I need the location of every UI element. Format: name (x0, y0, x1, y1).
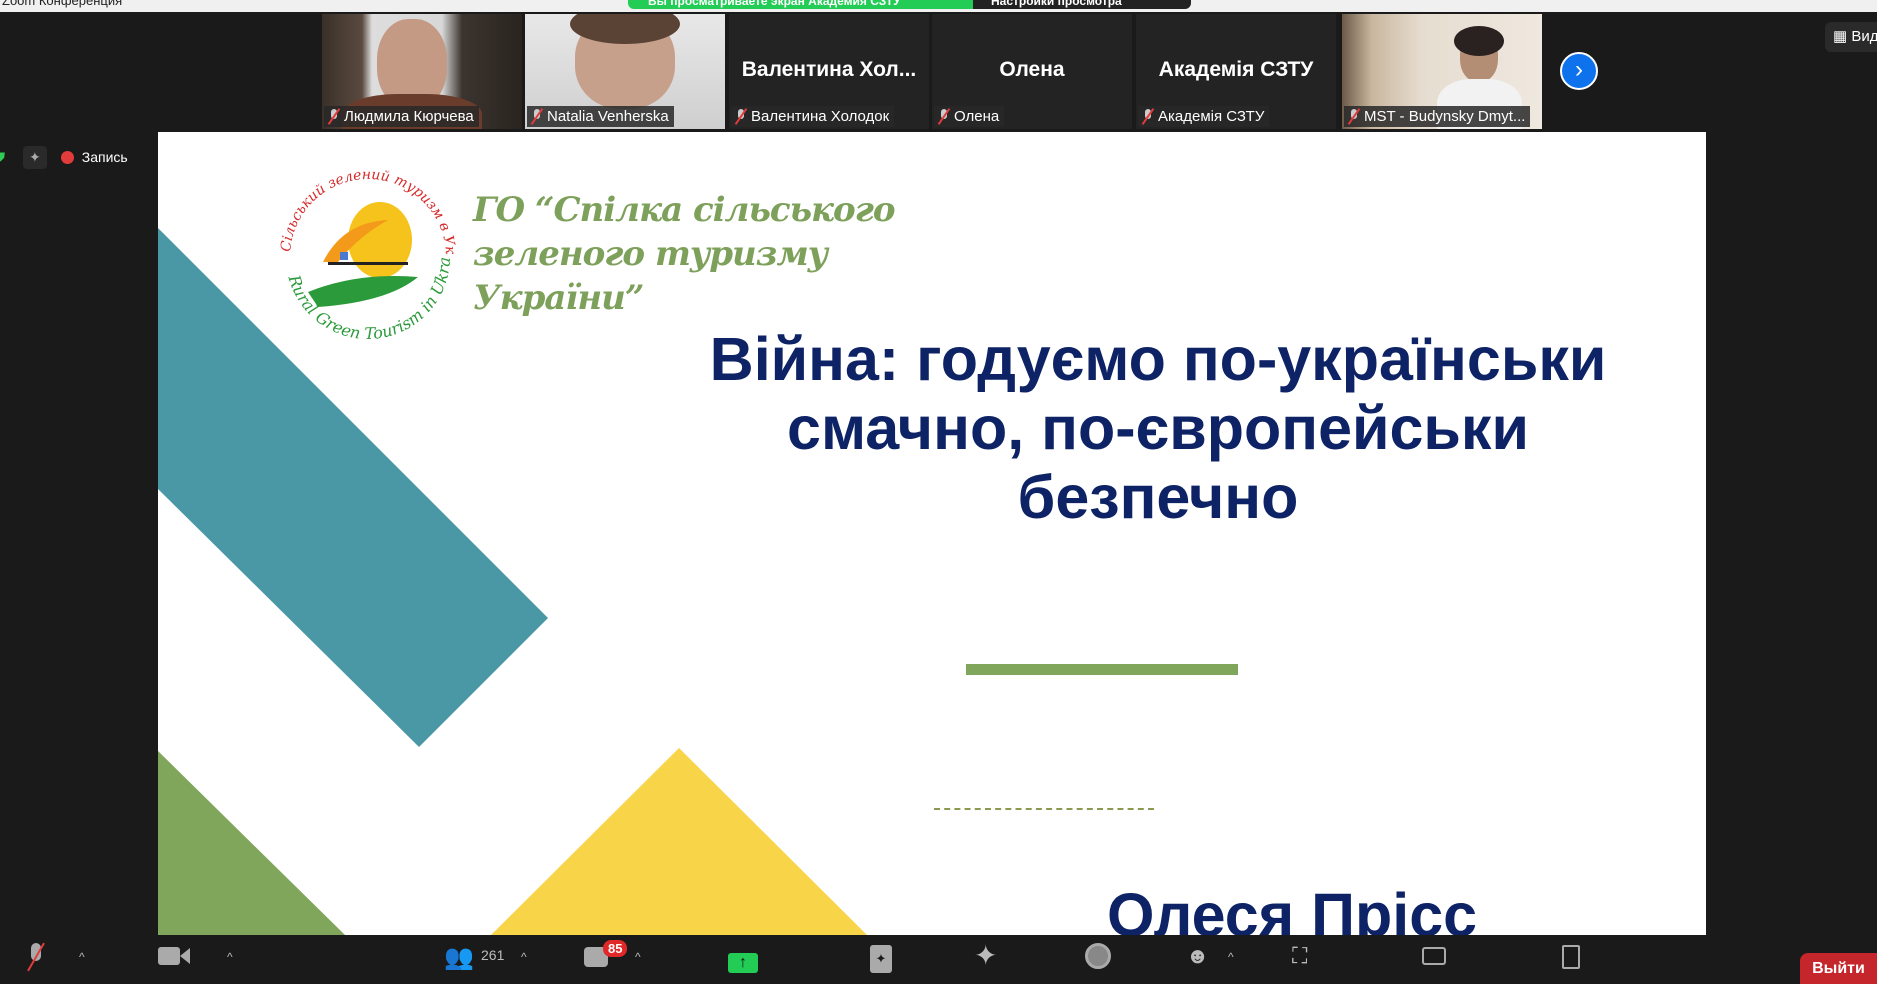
participant-tile[interactable]: Олена Олена (932, 14, 1132, 129)
slide-author: Олеся Прісс (1107, 881, 1478, 935)
mic-muted-icon (328, 109, 340, 124)
participant-tile[interactable]: Людмила Кюрчева (322, 14, 522, 129)
window-title: Zoom Конференция (2, 0, 123, 8)
green-divider (966, 664, 1238, 675)
frame-icon: ⛶ (1292, 943, 1308, 968)
mic-muted-icon (1348, 109, 1360, 124)
camera-icon (158, 947, 180, 965)
focus-button[interactable]: ⛶ (1292, 943, 1307, 969)
org-logo: Сільський зелений туризм в Україні Rural… (268, 162, 458, 343)
mic-muted-icon (735, 109, 747, 124)
share-banner: Вы просматриваете экран Академия СЗТУ На… (628, 0, 1191, 9)
chat-unread-badge: 85 (603, 940, 628, 957)
audio-options-caret[interactable]: ^ (79, 950, 85, 964)
participant-label: Natalia Venherska (527, 106, 674, 127)
mic-muted-icon (531, 109, 543, 124)
video-button[interactable] (158, 943, 190, 971)
participant-tile[interactable]: MST - Budynsky Dmyt... (1342, 14, 1542, 129)
share-banner-text: Вы просматриваете экран Академия СЗТУ (628, 0, 973, 9)
participants-button[interactable]: 👥 (444, 943, 474, 972)
smiley-icon: ☻ (1186, 943, 1210, 968)
participant-label: MST - Budynsky Dmyt... (1344, 106, 1531, 127)
sparkle-icon: ✦ (974, 940, 998, 971)
slide-title-line: смачно, по-європейськи (787, 394, 1529, 462)
shared-screen-slide: Сільський зелений туризм в Україні Rural… (158, 132, 1706, 935)
dashed-divider (934, 808, 1154, 810)
record-icon (1085, 943, 1111, 969)
participant-name: Natalia Venherska (547, 108, 669, 125)
share-screen-button[interactable]: ↑ (728, 947, 758, 973)
participant-label: Олена (934, 106, 1005, 127)
shield-icon: ⛊ (0, 149, 6, 164)
participant-label: Валентина Холодок (731, 106, 895, 127)
participant-name: Олена (954, 108, 1000, 125)
sparkle-icon[interactable]: ✦ (23, 145, 47, 169)
view-button-label: Вид (1851, 28, 1877, 45)
notes-button[interactable] (1562, 943, 1580, 975)
org-name-line: ГО “Спілка сільського (473, 190, 895, 230)
meeting-status-bar: ⛊ ✦ Запись (0, 144, 128, 170)
participant-name: Валентина Холодок (751, 108, 890, 125)
org-name: ГО “Спілка сільського зеленого туризму У… (473, 188, 895, 320)
participants-icon: 👥 (444, 944, 474, 971)
whiteboard-button[interactable] (1422, 943, 1446, 971)
participant-display-name: Академія СЗТУ (1158, 58, 1314, 81)
participant-name: Академія СЗТУ (1158, 108, 1265, 125)
participant-display-name: Валентина Хол... (741, 58, 917, 81)
document-icon: ✦ (870, 945, 892, 973)
mic-muted-icon (938, 109, 950, 124)
share-screen-icon: ↑ (728, 953, 758, 973)
mic-muted-icon (24, 942, 48, 972)
chevron-right-icon: › (1575, 56, 1583, 83)
slide-title: Війна: годуємо по-українськи смачно, по-… (688, 325, 1628, 532)
meeting-toolbar: ^ ^ 👥 261 ^ 85 ^ ↑ ✦ ✦ ☻ ^ ⛶ (0, 935, 1877, 984)
notes-icon (1562, 945, 1580, 969)
slide-title-line: безпечно (1017, 463, 1299, 531)
participant-name: Людмила Кюрчева (344, 108, 474, 125)
org-name-line: України” (473, 278, 644, 318)
green-triangle (158, 751, 345, 935)
mic-muted-icon (1142, 109, 1154, 124)
participant-tile[interactable]: Natalia Venherska (525, 14, 725, 129)
leave-button[interactable]: Выйти (1800, 953, 1877, 984)
recording-label[interactable]: Запись (82, 149, 128, 165)
yellow-triangle (491, 748, 867, 935)
participant-label: Людмила Кюрчева (324, 106, 479, 127)
participant-name: MST - Budynsky Dmyt... (1364, 108, 1526, 125)
monitor-icon (1422, 947, 1446, 965)
participants-count: 261 (481, 947, 505, 963)
view-button[interactable]: ▦ Вид (1825, 22, 1877, 52)
view-options-button[interactable]: Настройки просмотра (973, 0, 1191, 9)
next-participants-button[interactable]: › (1560, 52, 1598, 90)
participants-options-caret[interactable]: ^ (521, 950, 527, 964)
org-name-line: зеленого туризму (473, 234, 828, 274)
chat-options-caret[interactable]: ^ (635, 950, 641, 964)
slide-title-line: Війна: годуємо по-українськи (709, 325, 1607, 393)
video-options-caret[interactable]: ^ (227, 950, 233, 964)
participant-tile[interactable]: Академія СЗТУ Академія СЗТУ (1136, 14, 1336, 129)
mute-button[interactable] (24, 942, 48, 977)
apps-button[interactable]: ✦ (870, 943, 892, 973)
reactions-options-caret[interactable]: ^ (1228, 950, 1234, 964)
participant-label: Академія СЗТУ (1138, 106, 1270, 127)
reactions-button[interactable]: ☻ (1186, 943, 1209, 969)
record-button[interactable] (1085, 943, 1111, 975)
participant-display-name: Олена (999, 58, 1065, 81)
grid-icon: ▦ (1833, 28, 1848, 45)
participant-tile[interactable]: Валентина Хол... Валентина Холодок (729, 14, 929, 129)
ai-companion-button[interactable]: ✦ (974, 939, 997, 972)
recording-icon (60, 150, 74, 164)
